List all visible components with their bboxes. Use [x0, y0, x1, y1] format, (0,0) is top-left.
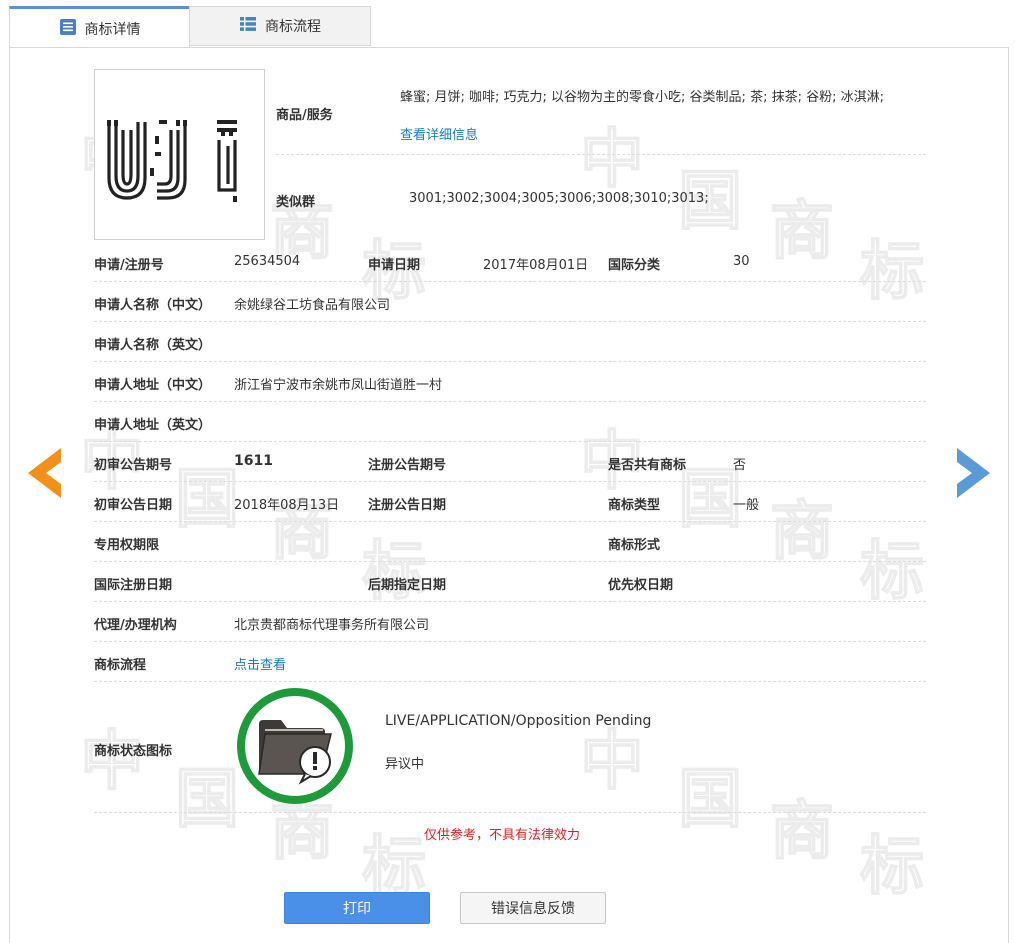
shared-label: 是否共有商标: [608, 458, 687, 473]
status-badge: [235, 686, 355, 810]
divider: [94, 281, 926, 282]
divider: [94, 441, 926, 442]
divider: [276, 154, 926, 155]
watermark-char: 商: [769, 194, 835, 270]
divider: [94, 561, 926, 562]
watermark-char: 标: [859, 829, 925, 905]
tab-trademark-process[interactable]: 商标流程: [189, 6, 371, 46]
prelim-no-value: 1611: [234, 453, 273, 469]
goods-services-label: 商品/服务: [276, 108, 333, 123]
intl-class-value: 30: [733, 254, 750, 269]
tab-label: 商标详情: [84, 21, 141, 38]
tab-label: 商标流程: [265, 19, 321, 35]
status-english: LIVE/APPLICATION/Opposition Pending: [385, 713, 652, 729]
applicant-en-label: 申请人名称（英文）: [94, 338, 212, 353]
similar-group-label: 类似群: [276, 195, 316, 210]
watermark-char: 国: [677, 762, 743, 838]
status-chinese: 异议中: [385, 757, 425, 772]
process-label: 商标流程: [94, 658, 147, 673]
tm-form-label: 商标形式: [608, 538, 661, 553]
address-cn-value: 浙江省宁波市余姚市凤山街道胜一村: [234, 378, 443, 393]
trademark-logo: [94, 69, 265, 240]
agent-value: 北京贵都商标代理事务所有限公司: [234, 618, 430, 633]
intl-reg-date-label: 国际注册日期: [94, 578, 173, 593]
divider: [94, 481, 926, 482]
previous-arrow-icon[interactable]: [28, 448, 62, 502]
address-en-label: 申请人地址（英文）: [94, 418, 212, 433]
document-list-icon: [59, 18, 77, 40]
watermark-char: 商: [769, 494, 835, 570]
watermark-char: 标: [859, 234, 925, 310]
similar-group-value: 3001;3002;3004;3005;3006;3008;3010;3013;: [409, 191, 709, 206]
divider: [94, 812, 926, 813]
divider: [94, 601, 926, 602]
divider: [94, 521, 926, 522]
apply-date-label: 申请日期: [368, 258, 421, 273]
apply-date-value: 2017年08月01日: [483, 258, 589, 273]
prelim-date-label: 初审公告日期: [94, 498, 173, 513]
goods-services-value: 蜂蜜; 月饼; 咖啡; 巧克力; 以谷物为主的零食小吃; 谷类制品; 茶; 抹茶…: [400, 90, 884, 105]
divider: [94, 641, 926, 642]
divider: [94, 401, 926, 402]
watermark-char: 标: [859, 534, 925, 610]
reg-no-value: 25634504: [234, 254, 301, 269]
tm-type-label: 商标类型: [608, 498, 661, 513]
watermark-char: 标: [361, 534, 427, 610]
tab-trademark-details[interactable]: 商标详情: [9, 6, 190, 48]
tm-type-value: 一般: [733, 498, 760, 513]
later-designation-label: 后期指定日期: [368, 578, 447, 593]
priority-date-label: 优先权日期: [608, 578, 674, 593]
divider: [94, 321, 926, 322]
grid-list-icon: [239, 16, 257, 36]
process-view-link[interactable]: 点击查看: [234, 654, 286, 673]
watermark-char: 国: [174, 762, 240, 838]
folder-alert-icon: [237, 688, 353, 804]
view-details-link[interactable]: 查看详细信息: [400, 124, 478, 143]
shared-value: 否: [733, 458, 747, 473]
intl-class-label: 国际分类: [608, 258, 661, 273]
prelim-date-value: 2018年08月13日: [234, 498, 340, 513]
reg-notice-date-label: 注册公告日期: [368, 498, 447, 513]
watermark-char: 商: [769, 794, 835, 870]
trademark-logo-image: [107, 120, 237, 202]
legal-disclaimer: 仅供参考，不具有法律效力: [424, 828, 581, 843]
divider: [94, 681, 926, 682]
applicant-cn-value: 余姚绿谷工坊食品有限公司: [234, 298, 391, 313]
tab-bar: 商标详情 商标流程: [9, 6, 1009, 48]
status-icon-label: 商标状态图标: [94, 744, 173, 759]
divider: [94, 361, 926, 362]
watermark-char: 国: [174, 462, 240, 538]
address-cn-label: 申请人地址（中文）: [94, 378, 212, 393]
error-feedback-button[interactable]: 错误信息反馈: [460, 892, 606, 924]
prelim-no-label: 初审公告期号: [94, 458, 173, 473]
exclusive-period-label: 专用权期限: [94, 538, 160, 553]
reg-notice-no-label: 注册公告期号: [368, 458, 447, 473]
next-arrow-icon[interactable]: [956, 448, 990, 502]
print-button[interactable]: 打印: [284, 892, 430, 924]
applicant-cn-label: 申请人名称（中文）: [94, 298, 212, 313]
agent-label: 代理/办理机构: [94, 618, 177, 633]
reg-no-label: 申请/注册号: [94, 258, 164, 273]
